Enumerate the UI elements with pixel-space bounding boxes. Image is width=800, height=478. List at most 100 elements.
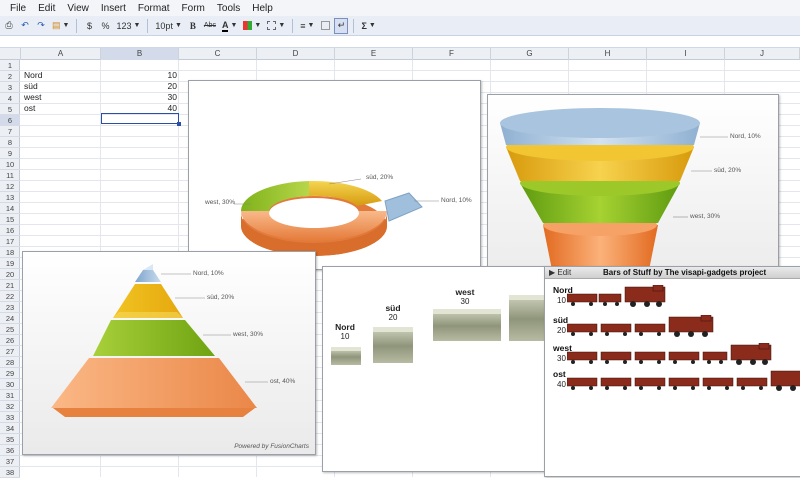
font-size-dropdown[interactable]: 10pt ▼	[153, 18, 183, 34]
row-header-4[interactable]: 4	[0, 93, 20, 104]
money-stack-west	[433, 309, 501, 341]
row-header-34[interactable]: 34	[0, 423, 20, 434]
row-header-36[interactable]: 36	[0, 445, 20, 456]
row-header-16[interactable]: 16	[0, 225, 20, 236]
row-header-7[interactable]: 7	[0, 126, 20, 137]
row-header-1[interactable]: 1	[0, 60, 20, 71]
cell-b4[interactable]: 30	[101, 92, 177, 103]
menu-form[interactable]: Form	[176, 3, 211, 14]
row-header-19[interactable]: 19	[0, 258, 20, 269]
menu-file[interactable]: File	[4, 3, 32, 14]
row-header-30[interactable]: 30	[0, 379, 20, 390]
bold-button[interactable]: B	[186, 18, 200, 34]
column-header-d[interactable]: D	[257, 48, 335, 60]
gadget-edit-button[interactable]: ▶ Edit	[549, 268, 571, 277]
row-header-29[interactable]: 29	[0, 368, 20, 379]
column-header-j[interactable]: J	[725, 48, 800, 60]
number-format-dropdown[interactable]: 123 ▼	[114, 18, 142, 34]
trains-bar-chart[interactable]: ▶ Edit Bars of Stuff by The visapi-gadge…	[544, 266, 800, 477]
column-header-c[interactable]: C	[179, 48, 257, 60]
pyramid-apex	[143, 264, 153, 270]
row-header-37[interactable]: 37	[0, 456, 20, 467]
chevron-down-icon: ▼	[254, 22, 262, 29]
cell-b3[interactable]: 20	[101, 81, 177, 92]
row-header-22[interactable]: 22	[0, 291, 20, 302]
cell-a2[interactable]: Nord	[24, 70, 42, 81]
fusioncharts-credit[interactable]: Powered by FusionCharts	[234, 443, 309, 450]
row-header-6[interactable]: 6	[0, 115, 20, 126]
row-header-17[interactable]: 17	[0, 236, 20, 247]
paint-format-button[interactable]: ▤ ▼	[50, 18, 71, 34]
print-button[interactable]: ⎙	[2, 18, 16, 34]
percent-button[interactable]: %	[98, 18, 112, 34]
row-header-28[interactable]: 28	[0, 357, 20, 368]
row-header-18[interactable]: 18	[0, 247, 20, 258]
menu-edit[interactable]: Edit	[32, 3, 61, 14]
row-header-31[interactable]: 31	[0, 390, 20, 401]
menu-format[interactable]: Format	[132, 3, 176, 14]
row-header-38[interactable]: 38	[0, 467, 20, 478]
cell-a4[interactable]: west	[24, 92, 41, 103]
column-header-i[interactable]: I	[647, 48, 725, 60]
undo-icon: ↶	[21, 20, 29, 30]
row-header-15[interactable]: 15	[0, 214, 20, 225]
row-header-3[interactable]: 3	[0, 82, 20, 93]
row-header-35[interactable]: 35	[0, 434, 20, 445]
menu-insert[interactable]: Insert	[95, 3, 132, 14]
row-header-5[interactable]: 5	[0, 104, 20, 115]
row-header-27[interactable]: 27	[0, 346, 20, 357]
formula-bar[interactable]	[0, 36, 800, 48]
row-header-25[interactable]: 25	[0, 324, 20, 335]
row-header-33[interactable]: 33	[0, 412, 20, 423]
pyramid-chart[interactable]: Nord, 10% süd, 20% west, 30% ost, 40% Po…	[22, 251, 316, 455]
fill-color-button[interactable]: ▼	[241, 18, 263, 34]
wrap-text-button[interactable]: ↵	[334, 17, 349, 34]
menu-view[interactable]: View	[61, 3, 95, 14]
column-header-a[interactable]: A	[21, 48, 101, 60]
row-header-9[interactable]: 9	[0, 148, 20, 159]
gadget-title: Bars of Stuff by The visapi-gadgets proj…	[603, 268, 767, 277]
row-header-24[interactable]: 24	[0, 313, 20, 324]
currency-button[interactable]: $	[82, 18, 96, 34]
borders-button[interactable]: ▼	[265, 18, 287, 34]
column-header-f[interactable]: F	[413, 48, 491, 60]
column-header-e[interactable]: E	[335, 48, 413, 60]
selected-cell-b6[interactable]	[101, 113, 181, 126]
redo-button[interactable]: ↷	[34, 18, 48, 34]
row-header-21[interactable]: 21	[0, 280, 20, 291]
funnel-chart[interactable]: Nord, 10% süd, 20% west, 30%	[487, 94, 779, 274]
menu-help[interactable]: Help	[246, 3, 279, 14]
cell-b2[interactable]: 10	[101, 70, 177, 81]
chevron-down-icon: ▼	[62, 22, 70, 29]
pyramid-segment-ost	[51, 358, 257, 408]
doughnut-label-west: west, 30%	[205, 199, 235, 206]
font-color-button[interactable]: A ▼	[220, 18, 239, 34]
row-header-20[interactable]: 20	[0, 269, 20, 280]
doughnut-chart[interactable]: süd, 20% Nord, 10% west, 30%	[188, 80, 481, 270]
column-header-b[interactable]: B	[101, 48, 179, 60]
column-header-g[interactable]: G	[491, 48, 569, 60]
train-graphic	[567, 315, 714, 337]
row-header-26[interactable]: 26	[0, 335, 20, 346]
column-header-h[interactable]: H	[569, 48, 647, 60]
row-header-2[interactable]: 2	[0, 71, 20, 82]
row-header-32[interactable]: 32	[0, 401, 20, 412]
row-header-12[interactable]: 12	[0, 181, 20, 192]
merge-cells-button[interactable]	[318, 18, 332, 34]
select-all-corner[interactable]	[0, 48, 21, 60]
menu-tools[interactable]: Tools	[211, 3, 246, 14]
row-header-13[interactable]: 13	[0, 192, 20, 203]
row-header-11[interactable]: 11	[0, 170, 20, 181]
cell-a5[interactable]: ost	[24, 103, 35, 114]
row-header-14[interactable]: 14	[0, 203, 20, 214]
strikethrough-button[interactable]: Abc	[202, 18, 218, 34]
functions-button[interactable]: Σ ▼	[359, 18, 377, 34]
row-header-8[interactable]: 8	[0, 137, 20, 148]
chevron-down-icon: ▼	[368, 22, 376, 29]
row-header-23[interactable]: 23	[0, 302, 20, 313]
align-button[interactable]: ≡ ▼	[298, 18, 316, 34]
row-header-10[interactable]: 10	[0, 159, 20, 170]
cell-a3[interactable]: süd	[24, 81, 38, 92]
money-stack-chart[interactable]: Nord10 süd20 west30 o	[322, 266, 558, 472]
undo-button[interactable]: ↶	[18, 18, 32, 34]
